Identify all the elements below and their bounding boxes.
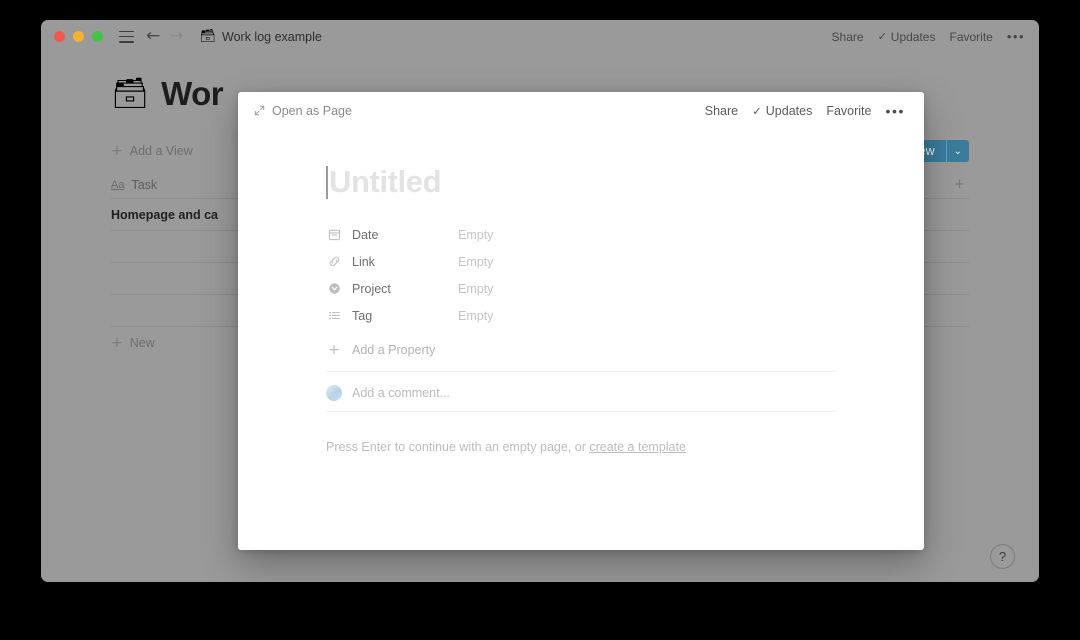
titlebar-more-icon[interactable]: ••• <box>1007 30 1025 43</box>
page-title[interactable]: Wor <box>161 75 224 113</box>
titlebar-actions: Share ✓ Updates Favorite ••• <box>832 30 1025 44</box>
add-view-button[interactable]: + Add a View <box>111 144 193 158</box>
property-name: Project <box>352 281 391 296</box>
property-row-date[interactable]: Date Empty <box>326 221 836 248</box>
forward-arrow-icon[interactable]: → <box>169 28 183 45</box>
modal-favorite-button[interactable]: Favorite <box>826 104 871 118</box>
link-icon <box>326 254 342 270</box>
add-comment-row[interactable]: Add a comment... <box>326 375 924 411</box>
add-column-button[interactable]: + <box>954 177 969 192</box>
modal-updates-label: Updates <box>765 103 813 118</box>
modal-actions: Share ✓ Updates Favorite ••• <box>705 104 905 118</box>
select-icon <box>326 281 342 297</box>
modal-more-icon[interactable]: ••• <box>885 104 905 118</box>
modal-toolbar: Open as Page Share ✓ Updates Favorite ••… <box>238 92 924 129</box>
maximize-window-button[interactable] <box>92 31 103 42</box>
property-value[interactable]: Empty <box>458 228 493 242</box>
add-property-button[interactable]: + Add a Property <box>326 337 836 363</box>
titlebar-favorite-button[interactable]: Favorite <box>949 30 992 44</box>
app-window: ← → 🗃 Work log example Share ✓ Updates F… <box>41 20 1039 582</box>
create-a-template-link[interactable]: create a template <box>589 440 686 454</box>
check-icon: ✓ <box>752 103 762 118</box>
properties-list: Date Empty Link Empty Project Empty Tag … <box>326 221 836 363</box>
property-name: Tag <box>352 308 373 323</box>
traffic-lights <box>54 31 103 42</box>
chevron-down-icon[interactable]: ⌄ <box>947 140 969 162</box>
breadcrumb[interactable]: 🗃 Work log example <box>200 30 322 44</box>
plus-icon: + <box>328 342 340 358</box>
page-card-box-icon[interactable]: 🗃 <box>111 79 149 109</box>
empty-page-hint: Press Enter to continue with an empty pa… <box>326 440 924 454</box>
titlebar-share-button[interactable]: Share <box>832 30 864 44</box>
property-value[interactable]: Empty <box>458 309 493 323</box>
table-new-row-label: New <box>129 336 155 350</box>
plus-icon: + <box>111 335 123 351</box>
divider <box>326 411 836 412</box>
property-row-project[interactable]: Project Empty <box>326 275 836 302</box>
divider <box>326 371 836 372</box>
open-as-page-label: Open as Page <box>272 103 352 118</box>
minimize-window-button[interactable] <box>73 31 84 42</box>
hamburger-icon[interactable] <box>119 30 134 43</box>
new-page-modal: Open as Page Share ✓ Updates Favorite ••… <box>238 92 924 550</box>
property-value[interactable]: Empty <box>458 255 493 269</box>
property-name: Link <box>352 254 375 269</box>
property-row-link[interactable]: Link Empty <box>326 248 836 275</box>
check-icon: ✓ <box>877 30 887 43</box>
titlebar: ← → 🗃 Work log example Share ✓ Updates F… <box>41 20 1039 53</box>
help-button[interactable]: ? <box>990 544 1015 569</box>
open-as-page-button[interactable]: Open as Page <box>254 104 352 118</box>
modal-updates-button[interactable]: ✓ Updates <box>752 104 812 118</box>
titlebar-updates-button[interactable]: ✓ Updates <box>878 30 936 44</box>
add-view-label: Add a View <box>129 144 193 158</box>
add-property-label: Add a Property <box>352 343 436 357</box>
list-icon <box>326 308 342 324</box>
modal-body: Untitled Date Empty Link Empty Project E… <box>238 163 924 454</box>
titlebar-updates-label: Updates <box>890 29 936 44</box>
breadcrumb-label: Work log example <box>222 29 322 44</box>
property-row-tag[interactable]: Tag Empty <box>326 302 836 329</box>
table-column-label: Task <box>131 177 158 192</box>
plus-icon: + <box>111 143 123 159</box>
page-title-placeholder: Untitled <box>329 164 442 199</box>
text-caret <box>326 165 328 199</box>
property-name: Date <box>352 227 379 242</box>
modal-share-button[interactable]: Share <box>705 104 738 118</box>
add-comment-placeholder: Add a comment... <box>352 386 450 400</box>
property-value[interactable]: Empty <box>458 282 493 296</box>
page-title-input[interactable]: Untitled <box>326 163 924 201</box>
empty-page-hint-text: Press Enter to continue with an empty pa… <box>326 440 590 454</box>
close-window-button[interactable] <box>54 31 65 42</box>
card-box-icon: 🗃 <box>199 29 217 44</box>
avatar <box>326 385 342 401</box>
back-arrow-icon[interactable]: ← <box>146 28 160 45</box>
expand-icon <box>254 105 265 116</box>
text-type-icon: Aa <box>111 178 125 191</box>
calendar-icon <box>326 227 342 243</box>
